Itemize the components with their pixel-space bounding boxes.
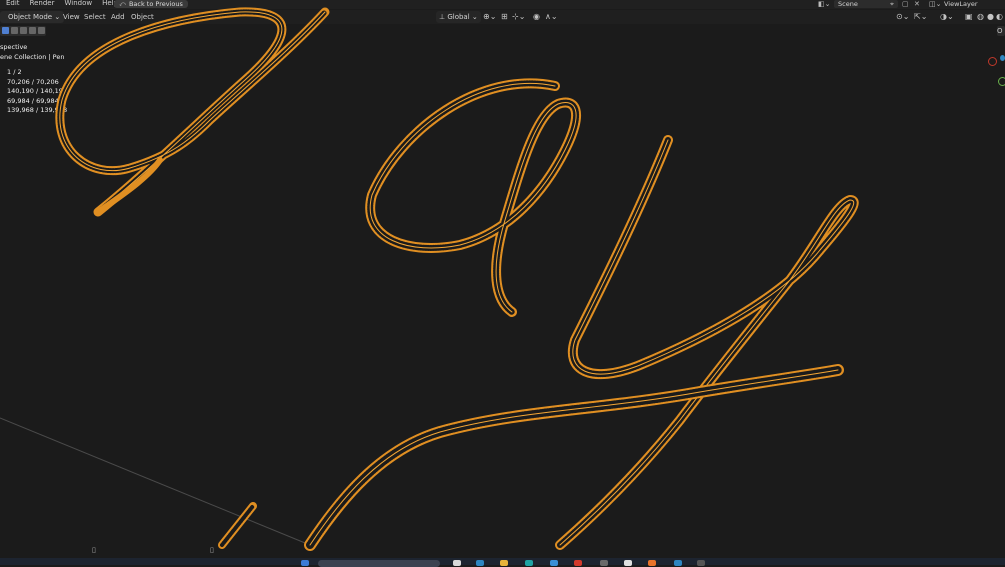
stroke-crossbar[interactable] — [304, 364, 844, 551]
app-icon-8[interactable] — [674, 560, 682, 566]
app-icon-4[interactable] — [550, 560, 558, 566]
app-icon-7[interactable] — [624, 560, 632, 566]
folder-icon[interactable] — [500, 560, 508, 566]
app-icon-5[interactable] — [574, 560, 582, 566]
blender-icon[interactable] — [648, 560, 656, 566]
mouse-middle-icon: ▯ — [210, 546, 214, 554]
app-icon-2[interactable] — [476, 560, 484, 566]
stroke-letter-a[interactable] — [365, 78, 581, 317]
pen-strokes-canvas — [0, 7, 859, 551]
stroke-loop-left[interactable] — [55, 7, 330, 217]
start-icon[interactable] — [301, 560, 309, 566]
app-icon-6[interactable] — [600, 560, 608, 566]
stroke-letter-y[interactable] — [555, 135, 859, 550]
app-icon-1[interactable] — [453, 560, 461, 566]
stroke-fragment[interactable] — [218, 502, 257, 549]
taskbar-search[interactable] — [318, 560, 440, 567]
grid-floor-line — [0, 417, 311, 546]
mouse-left-icon: ▯ — [92, 546, 96, 554]
app-icon-9[interactable] — [697, 560, 705, 566]
app-icon-3[interactable] — [525, 560, 533, 566]
